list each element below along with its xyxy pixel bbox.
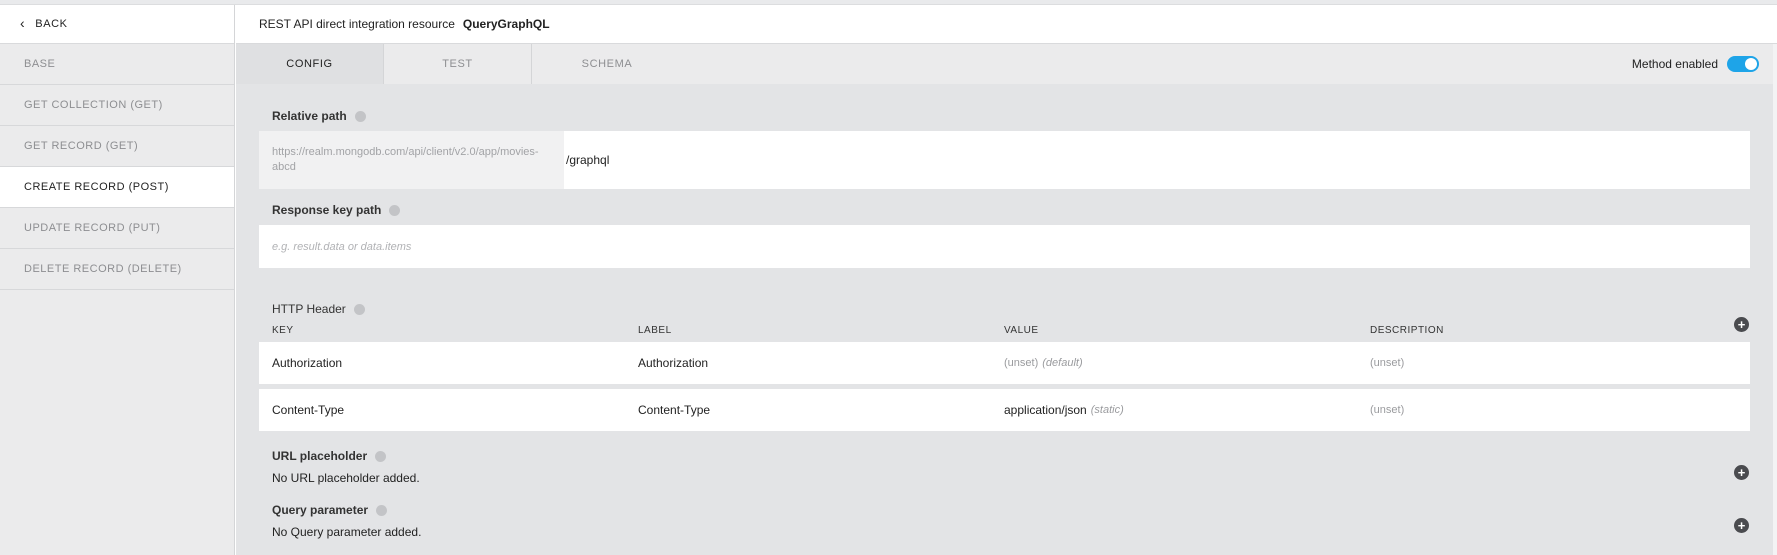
- header-label: Authorization: [638, 356, 709, 370]
- chevron-left-icon: ‹: [20, 15, 26, 31]
- header-value-note: (static): [1090, 404, 1124, 416]
- header-description: (unset): [1370, 404, 1405, 416]
- column-header-value: VALUE: [1004, 325, 1039, 336]
- tab-label: TEST: [442, 58, 473, 70]
- query-parameter-label: Query parameter: [272, 503, 369, 517]
- add-header-button[interactable]: +: [1734, 317, 1749, 332]
- table-row[interactable]: Content-Type Content-Type application/js…: [259, 389, 1750, 431]
- method-enabled-toggle[interactable]: [1727, 56, 1759, 72]
- url-placeholder-heading: URL placeholder: [272, 449, 387, 463]
- response-key-path-input[interactable]: e.g. result.data or data.items: [259, 225, 1750, 268]
- back-label: BACK: [35, 18, 68, 30]
- query-parameter-empty: No Query parameter added.: [272, 525, 422, 539]
- resource-name: QueryGraphQL: [462, 17, 550, 31]
- method-enabled-control: Method enabled: [1632, 44, 1773, 84]
- base-url: https://realm.mongodb.com/api/client/v2.…: [259, 131, 564, 189]
- header-key: Content-Type: [272, 403, 345, 417]
- page-header: REST API direct integration resource Que…: [236, 5, 1777, 44]
- sidebar-item-label: DELETE RECORD (DELETE): [24, 263, 182, 275]
- header-description: (unset): [1370, 357, 1405, 369]
- http-header-label: HTTP Header: [272, 302, 346, 316]
- back-button[interactable]: ‹ BACK: [0, 5, 234, 44]
- sidebar: ‹ BACK BASE GET COLLECTION (GET) GET REC…: [0, 5, 235, 555]
- info-icon[interactable]: [375, 450, 387, 462]
- relative-path-heading: Relative path: [272, 109, 366, 123]
- column-header-key: KEY: [272, 325, 294, 336]
- scrollbar[interactable]: [1773, 44, 1777, 555]
- relative-path-input[interactable]: /graphql: [564, 131, 609, 189]
- table-row[interactable]: Authorization Authorization (unset) (def…: [259, 342, 1750, 384]
- relative-path-label: Relative path: [272, 109, 347, 123]
- info-icon[interactable]: [353, 303, 365, 315]
- resource-type-label: REST API direct integration resource: [259, 17, 455, 31]
- tab-test[interactable]: TEST: [384, 44, 532, 84]
- sidebar-item-update-record[interactable]: UPDATE RECORD (PUT): [0, 208, 234, 249]
- header-key: Authorization: [272, 356, 343, 370]
- tab-config[interactable]: CONFIG: [236, 44, 384, 84]
- sidebar-item-label: UPDATE RECORD (PUT): [24, 222, 161, 234]
- header-value-text: application/json: [1004, 403, 1087, 417]
- header-label: Content-Type: [638, 403, 711, 417]
- sidebar-item-delete-record[interactable]: DELETE RECORD (DELETE): [0, 249, 234, 290]
- http-header-heading: HTTP Header: [272, 302, 365, 316]
- tab-bar: CONFIG TEST SCHEMA Method enabled: [236, 44, 1773, 84]
- column-header-label: LABEL: [638, 325, 672, 336]
- tab-label: SCHEMA: [581, 58, 633, 70]
- sidebar-item-label: CREATE RECORD (POST): [24, 181, 169, 193]
- sidebar-item-get-record[interactable]: GET RECORD (GET): [0, 126, 234, 167]
- header-value-text: (unset): [1004, 357, 1039, 369]
- tab-schema[interactable]: SCHEMA: [532, 44, 682, 84]
- url-placeholder-empty: No URL placeholder added.: [272, 471, 420, 485]
- response-key-path-label: Response key path: [272, 203, 382, 217]
- sidebar-item-base[interactable]: BASE: [0, 44, 234, 85]
- sidebar-item-label: GET COLLECTION (GET): [24, 99, 163, 111]
- sidebar-item-get-collection[interactable]: GET COLLECTION (GET): [0, 85, 234, 126]
- response-key-path-heading: Response key path: [272, 203, 401, 217]
- add-url-placeholder-button[interactable]: +: [1734, 465, 1749, 480]
- info-icon[interactable]: [389, 204, 401, 216]
- info-icon[interactable]: [376, 504, 388, 516]
- sidebar-item-create-record[interactable]: CREATE RECORD (POST): [0, 167, 234, 208]
- sidebar-item-label: GET RECORD (GET): [24, 140, 139, 152]
- query-parameter-heading: Query parameter: [272, 503, 388, 517]
- header-value-note: (default): [1042, 357, 1083, 369]
- header-value: application/json (static): [1004, 389, 1124, 431]
- add-query-parameter-button[interactable]: +: [1734, 518, 1749, 533]
- info-icon[interactable]: [354, 110, 366, 122]
- column-header-description: DESCRIPTION: [1370, 325, 1444, 336]
- relative-path-field: https://realm.mongodb.com/api/client/v2.…: [259, 131, 1750, 189]
- header-value: (unset) (default): [1004, 342, 1083, 384]
- method-enabled-label: Method enabled: [1631, 57, 1718, 71]
- sidebar-item-label: BASE: [24, 58, 56, 70]
- tab-label: CONFIG: [286, 58, 333, 70]
- url-placeholder-label: URL placeholder: [272, 449, 368, 463]
